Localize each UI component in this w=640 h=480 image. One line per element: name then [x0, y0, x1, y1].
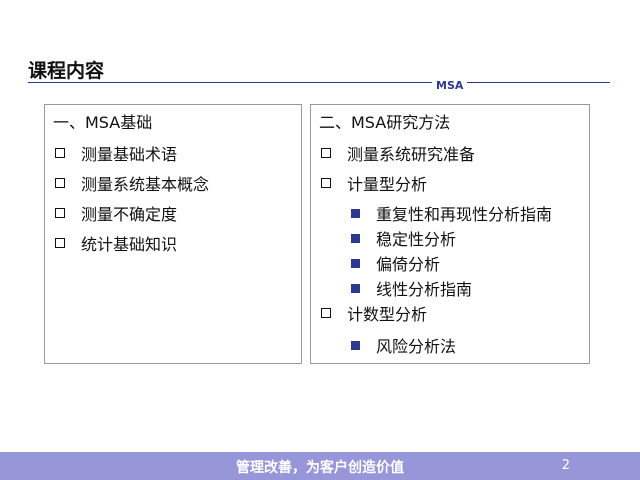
- list-item-label: 测量系统研究准备: [347, 145, 476, 164]
- list-item: 计数型分析: [319, 301, 427, 325]
- sub-list-item-label: 风险分析法: [376, 337, 457, 356]
- list-item-label: 测量系统基本概念: [81, 175, 210, 194]
- title-rule: [28, 82, 610, 83]
- list-item-label: 计量型分析: [347, 175, 428, 194]
- footer-bar: 管理改善，为客户创造价值 2: [0, 452, 640, 480]
- square-bullet-icon: [351, 208, 360, 218]
- sub-list-item: 线性分析指南: [351, 276, 472, 300]
- checkbox-icon: [55, 238, 65, 248]
- page-number: 2: [561, 458, 570, 473]
- checkbox-icon: [55, 178, 65, 188]
- list-item-label: 测量不确定度: [81, 205, 178, 224]
- sub-list-item: 风险分析法: [351, 333, 456, 357]
- list-item: 测量基础术语: [53, 141, 177, 165]
- section-tag: MSA: [432, 79, 468, 92]
- left-content-box: 一、MSA基础 测量基础术语 测量系统基本概念 测量不确定度 统计基础知识: [44, 104, 302, 364]
- list-item: 计量型分析: [319, 171, 427, 195]
- sub-list-item-label: 偏倚分析: [376, 255, 441, 274]
- checkbox-icon: [321, 178, 331, 188]
- footer-slogan: 管理改善，为客户创造价值: [236, 460, 404, 476]
- checkbox-icon: [321, 148, 331, 158]
- sub-list-item: 重复性和再现性分析指南: [351, 201, 552, 225]
- slide-title: 课程内容: [28, 60, 105, 82]
- square-bullet-icon: [351, 233, 360, 243]
- list-item-label: 计数型分析: [347, 305, 428, 324]
- sub-list-item-label: 重复性和再现性分析指南: [376, 205, 553, 224]
- checkbox-icon: [55, 148, 65, 158]
- square-bullet-icon: [351, 283, 360, 293]
- sub-list-item-label: 稳定性分析: [376, 230, 457, 249]
- sub-list-item: 偏倚分析: [351, 251, 440, 275]
- right-content-box: 二、MSA研究方法 测量系统研究准备 计量型分析 重复性和再现性分析指南 稳定性…: [310, 104, 590, 364]
- square-bullet-icon: [351, 340, 360, 350]
- left-box-heading: 一、MSA基础: [53, 113, 153, 132]
- list-item: 测量系统研究准备: [319, 141, 475, 165]
- sub-list-item: 稳定性分析: [351, 226, 456, 250]
- list-item-label: 统计基础知识: [81, 235, 178, 254]
- list-item: 测量不确定度: [53, 201, 177, 225]
- right-box-heading: 二、MSA研究方法: [319, 113, 451, 132]
- list-item: 统计基础知识: [53, 231, 177, 255]
- sub-list-item-label: 线性分析指南: [376, 280, 473, 299]
- checkbox-icon: [321, 308, 331, 318]
- checkbox-icon: [55, 208, 65, 218]
- list-item-label: 测量基础术语: [81, 145, 178, 164]
- list-item: 测量系统基本概念: [53, 171, 209, 195]
- square-bullet-icon: [351, 258, 360, 268]
